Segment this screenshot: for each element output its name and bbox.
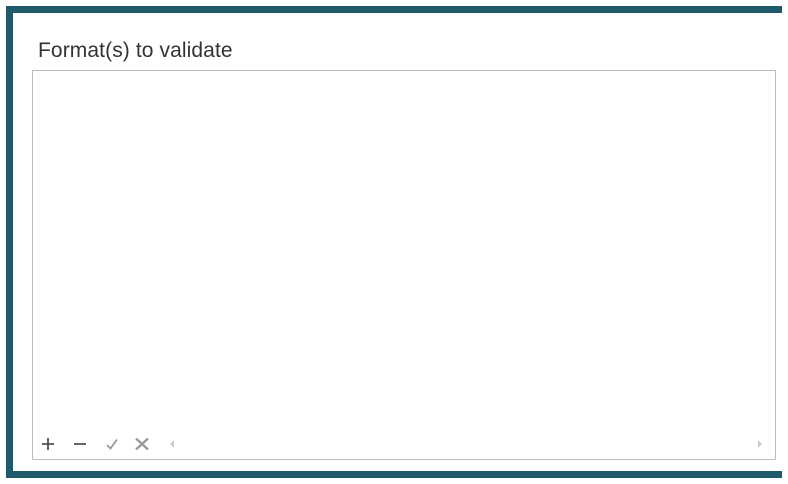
formats-list-editor <box>32 70 776 460</box>
caret-left-icon <box>170 440 174 448</box>
minus-icon <box>74 443 86 445</box>
check-icon <box>106 438 118 450</box>
confirm-edit-button[interactable] <box>101 434 123 454</box>
add-item-button[interactable] <box>37 434 59 454</box>
x-icon <box>135 437 149 451</box>
scroll-right-button[interactable] <box>753 434 767 454</box>
caret-right-icon <box>758 440 762 448</box>
formats-label: Format(s) to validate <box>38 39 233 62</box>
plus-icon <box>42 438 54 450</box>
cancel-edit-button[interactable] <box>131 434 153 454</box>
scroll-left-button[interactable] <box>165 434 179 454</box>
list-toolbar <box>33 429 775 459</box>
formats-list[interactable] <box>33 71 775 429</box>
remove-item-button[interactable] <box>69 434 91 454</box>
